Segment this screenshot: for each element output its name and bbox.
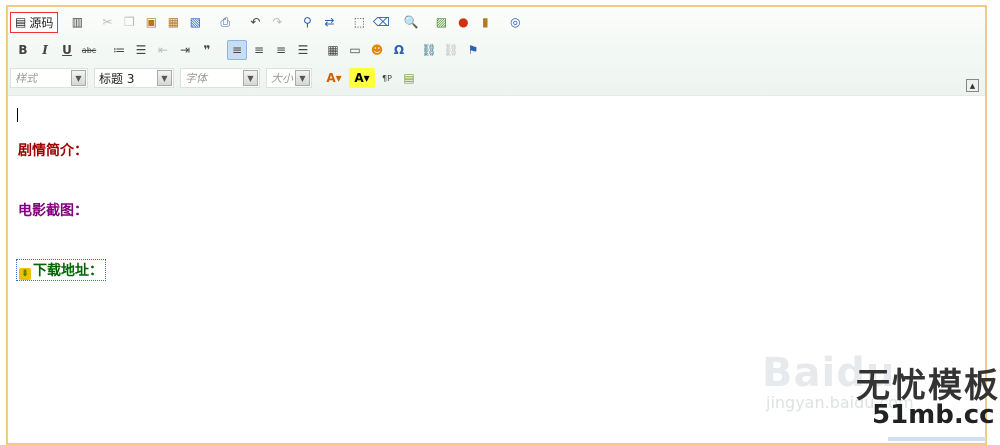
special-char-icon[interactable]: Ω [389, 40, 409, 60]
fullscreen-icon[interactable]: ◎ [505, 12, 525, 32]
heading-screenshots: 电影截图： [18, 203, 88, 219]
paste-word-icon[interactable]: ▧ [185, 12, 205, 32]
heading-download-text: 下载地址： [33, 263, 103, 279]
outdent-icon[interactable]: ⇤ [153, 40, 173, 60]
format-dropdown[interactable]: 标题 3 ▼ [94, 68, 174, 88]
blockquote-icon[interactable]: ❞ [197, 40, 217, 60]
toolbar-group-undo: ↶ ↷ [242, 11, 290, 33]
chevron-down-icon: ▼ [157, 70, 172, 86]
numbered-list-icon[interactable]: ≔ [109, 40, 129, 60]
underline-icon[interactable]: U [57, 40, 77, 60]
toolbar-group-clipboard: ✂ ❐ ▣ ▦ ▧ [94, 11, 208, 33]
italic-icon[interactable]: I [35, 40, 55, 60]
toolbar-group-colors: A▾ A▾ ¶P ▤ [318, 67, 422, 89]
toolbar-group-insert-2: ▦ ▭ ☻ Ω [320, 39, 412, 61]
font-dropdown-label: 字体 [185, 72, 207, 85]
toolbar-group-preview: 🔍 [398, 11, 424, 33]
bulleted-list-icon[interactable]: ☰ [131, 40, 151, 60]
toolbar-group-select: ⬚ ⌫ [346, 11, 394, 33]
strikethrough-icon[interactable]: abc [79, 40, 99, 60]
preview-icon[interactable]: 🔍 [401, 12, 421, 32]
bold-icon[interactable]: B [13, 40, 33, 60]
table-icon[interactable]: ▦ [323, 40, 343, 60]
select-all-icon[interactable]: ⬚ [349, 12, 369, 32]
source-icon: ▤ [15, 15, 27, 29]
indent-icon[interactable]: ⇥ [175, 40, 195, 60]
font-dropdown[interactable]: 字体 ▼ [180, 68, 260, 88]
style-dropdown[interactable]: 样式 ▼ [10, 68, 88, 88]
heading-download[interactable]: ⇓ 下载地址： [16, 259, 106, 281]
toolbar-group-insert: ▨ ● ▮ [428, 11, 498, 33]
replace-icon[interactable]: ⇄ [319, 12, 339, 32]
collapse-toolbar-button[interactable]: ▲ [966, 79, 979, 92]
toolbar-group-basic-styles: B I U abc [10, 39, 102, 61]
editor-toolbar: ▤ 源码 ▥ ✂ ❐ ▣ ▦ ▧ ⎙ ↶ ↷ ⚲ ⇄ ⬚ ⌫ 🔍 ▨ ● ▮ ◎… [8, 7, 985, 96]
align-left-icon[interactable]: ≡ [227, 40, 247, 60]
toolbar-group-view: ◎ [502, 11, 528, 33]
align-center-icon[interactable]: ≡ [249, 40, 269, 60]
media-icon[interactable]: ▮ [475, 12, 495, 32]
text-cursor [17, 108, 18, 122]
format-dropdown-value: 标题 3 [99, 71, 135, 86]
undo-icon[interactable]: ↶ [245, 12, 265, 32]
chevron-down-icon: ▼ [295, 70, 310, 86]
toolbar-group-print: ⎙ [212, 11, 238, 33]
paste-text-icon[interactable]: ▦ [163, 12, 183, 32]
toolbar-group-find: ⚲ ⇄ [294, 11, 342, 33]
page-break-icon[interactable]: ¶P [377, 68, 397, 88]
source-button-label: 源码 [29, 15, 54, 30]
download-icon: ⇓ [19, 268, 31, 280]
paste-icon[interactable]: ▣ [141, 12, 161, 32]
align-right-icon[interactable]: ≡ [271, 40, 291, 60]
toolbar-group-lists: ≔ ☰ ⇤ ⇥ ❞ [106, 39, 220, 61]
source-button[interactable]: ▤ 源码 [10, 11, 59, 33]
show-blocks-icon[interactable]: ▤ [399, 68, 419, 88]
text-color-icon[interactable]: A▾ [321, 68, 347, 88]
toolbar-group-links: ⛓ ⛓ ⚑ [416, 39, 486, 61]
background-color-icon[interactable]: A▾ [349, 68, 375, 88]
watermark-url: 51mb.cc [872, 400, 995, 430]
toolbar-group-align: ≡ ≡ ≡ ☰ [224, 39, 316, 61]
templates-icon[interactable]: ▥ [67, 12, 87, 32]
toolbar-row-3: 样式 ▼ 标题 3 ▼ 字体 ▼ 大小 ▼ A▾ A▾ ¶P ▤ [10, 66, 426, 90]
unlink-icon[interactable]: ⛓ [441, 40, 461, 60]
toolbar-group-document: ▥ [64, 11, 90, 33]
link-icon[interactable]: ⛓ [419, 40, 439, 60]
cut-icon[interactable]: ✂ [97, 12, 117, 32]
size-dropdown-label: 大小 [271, 72, 293, 85]
size-dropdown[interactable]: 大小 ▼ [266, 68, 312, 88]
heading-plot-summary: 剧情简介： [18, 143, 88, 159]
smiley-icon[interactable]: ☻ [367, 40, 387, 60]
print-icon[interactable]: ⎙ [215, 12, 235, 32]
find-icon[interactable]: ⚲ [297, 12, 317, 32]
redo-icon[interactable]: ↷ [267, 12, 287, 32]
image-icon[interactable]: ▨ [431, 12, 451, 32]
anchor-icon[interactable]: ⚑ [463, 40, 483, 60]
horizontal-rule-icon[interactable]: ▭ [345, 40, 365, 60]
flash-icon[interactable]: ● [453, 12, 473, 32]
justify-icon[interactable]: ☰ [293, 40, 313, 60]
remove-format-icon[interactable]: ⌫ [371, 12, 391, 32]
toolbar-row-1: ▤ 源码 ▥ ✂ ❐ ▣ ▦ ▧ ⎙ ↶ ↷ ⚲ ⇄ ⬚ ⌫ 🔍 ▨ ● ▮ ◎ [10, 10, 532, 34]
chevron-down-icon: ▼ [243, 70, 258, 86]
style-dropdown-label: 样式 [15, 72, 37, 85]
toolbar-row-2: B I U abc ≔ ☰ ⇤ ⇥ ❞ ≡ ≡ ≡ ☰ ▦ ▭ ☻ Ω ⛓ ⛓ … [10, 38, 490, 62]
chevron-down-icon: ▼ [71, 70, 86, 86]
bottom-edge-tab [888, 437, 986, 441]
copy-icon[interactable]: ❐ [119, 12, 139, 32]
